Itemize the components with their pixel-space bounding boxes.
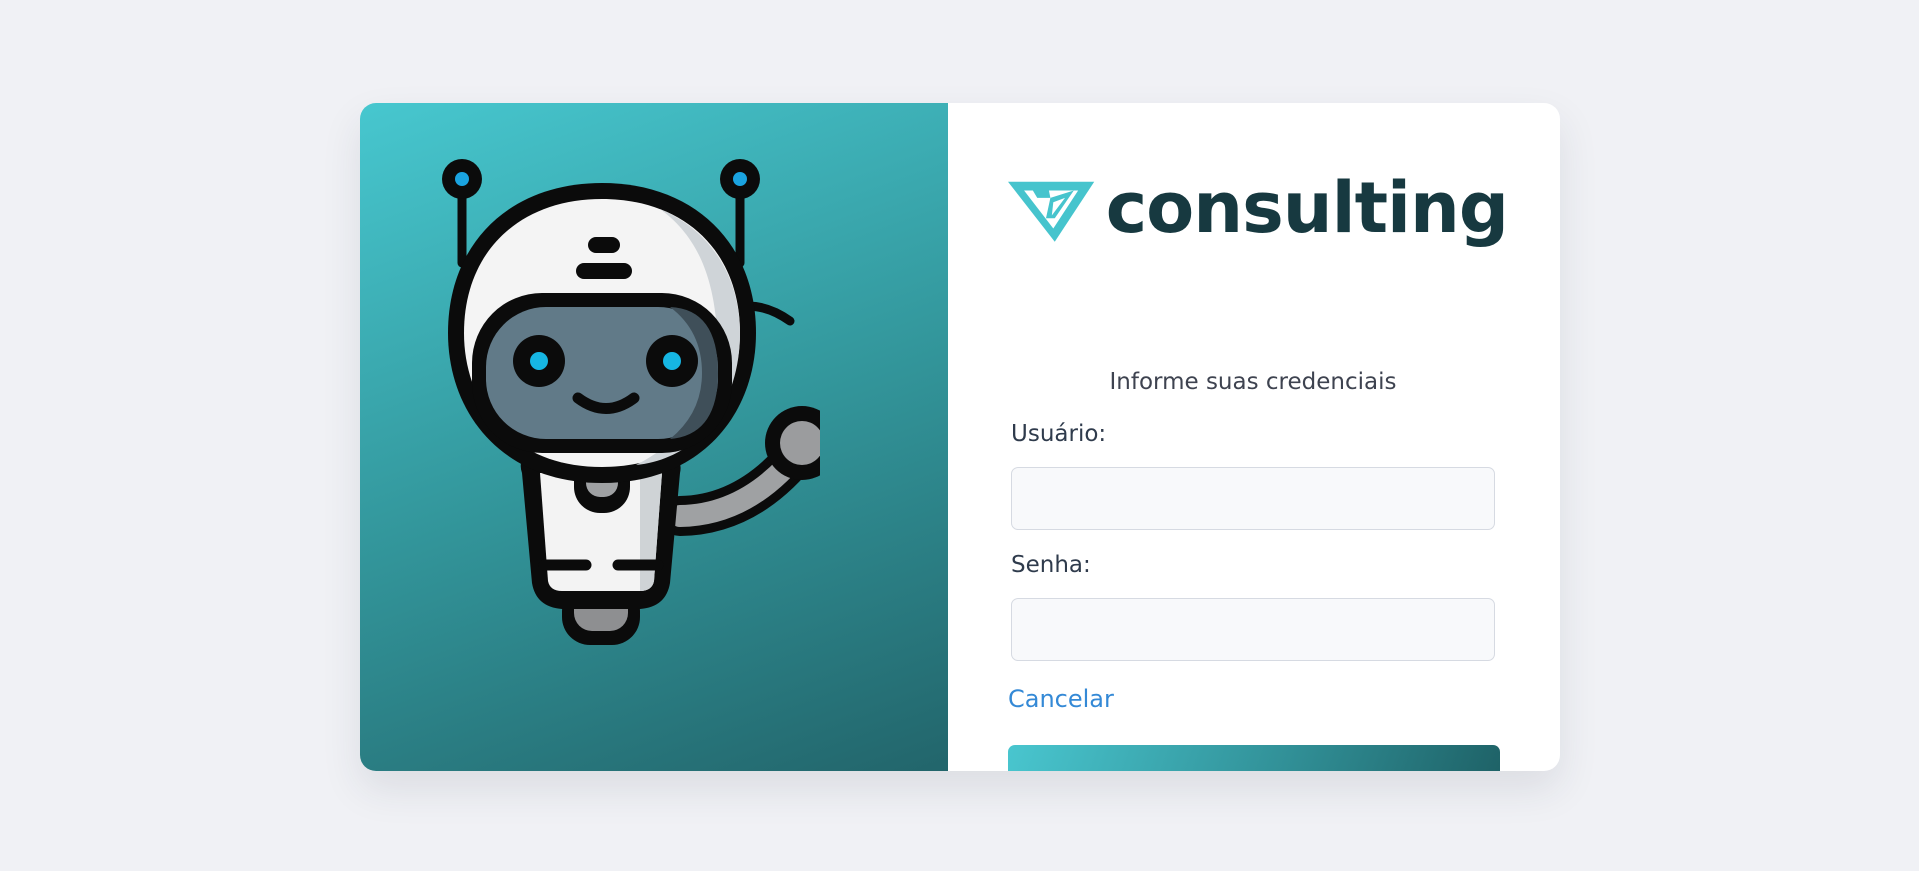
brand-name: consulting xyxy=(1105,167,1509,249)
password-input[interactable] xyxy=(1011,598,1495,661)
illustration-panel xyxy=(360,103,948,771)
brand-logo-icon xyxy=(1008,181,1095,242)
username-input[interactable] xyxy=(1011,467,1495,530)
robot-waving-icon xyxy=(442,159,820,645)
form-subtitle: Informe suas credenciais xyxy=(1109,369,1397,395)
brand-logo: consulting xyxy=(1008,161,1509,261)
cancel-link[interactable]: Cancelar xyxy=(1008,685,1114,713)
login-form-panel: consulting Informe suas credenciais Usuá… xyxy=(948,103,1560,771)
login-card: consulting Informe suas credenciais Usuá… xyxy=(360,103,1560,771)
username-label: Usuário: xyxy=(1011,421,1107,447)
submit-button[interactable]: Avançar xyxy=(1008,745,1500,771)
password-label: Senha: xyxy=(1011,552,1091,578)
